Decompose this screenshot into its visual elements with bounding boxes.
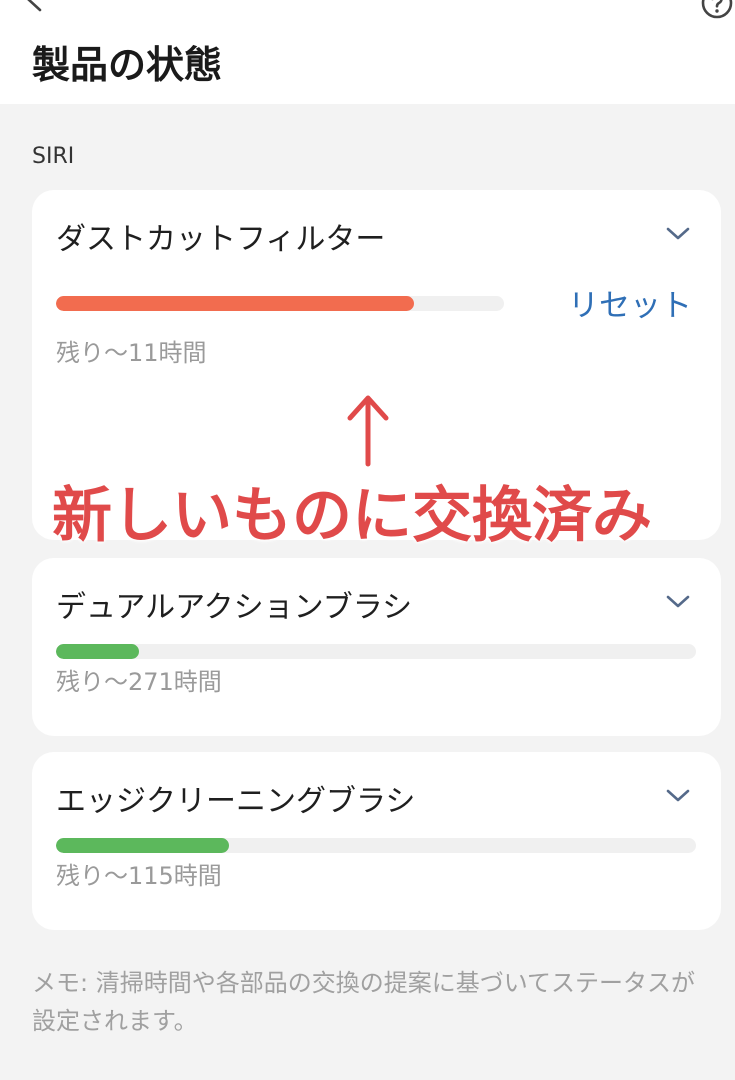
part-card-edge-brush: エッジクリーニングブラシ 残り〜115時間 xyxy=(32,752,721,930)
part-name: エッジクリーニングブラシ xyxy=(56,784,416,819)
question-circle-icon[interactable] xyxy=(700,0,734,20)
chevron-down-icon[interactable] xyxy=(664,786,692,806)
page-title: 製品の状態 xyxy=(32,43,223,87)
progress-fill xyxy=(56,644,140,659)
part-name: デュアルアクションブラシ xyxy=(56,590,413,625)
remaining-time: 残り〜271時間 xyxy=(56,668,222,696)
section-label: SIRI xyxy=(32,144,75,169)
arrow-up-icon xyxy=(347,395,389,467)
reset-button[interactable]: リセット xyxy=(568,286,692,326)
progress-fill xyxy=(56,296,415,311)
part-name: ダストカットフィルター xyxy=(56,222,386,257)
progress-fill xyxy=(56,838,229,853)
header-bar: 製品の状態 xyxy=(0,0,735,104)
remaining-time: 残り〜115時間 xyxy=(56,862,222,890)
remaining-time: 残り〜11時間 xyxy=(56,339,207,367)
progress-track xyxy=(56,644,696,659)
memo-note: メモ: 清掃時間や各部品の交換の提案に基づいてステータスが設定されます。 xyxy=(32,969,695,1035)
chevron-down-icon[interactable] xyxy=(664,224,692,244)
chevron-left-icon[interactable] xyxy=(22,0,48,12)
progress-track xyxy=(56,838,696,853)
part-card-dual-brush: デュアルアクションブラシ 残り〜271時間 xyxy=(32,558,721,736)
annotation-text: 新しいものに交換済み xyxy=(52,481,652,551)
chevron-down-icon[interactable] xyxy=(664,592,692,612)
progress-track xyxy=(56,296,504,311)
